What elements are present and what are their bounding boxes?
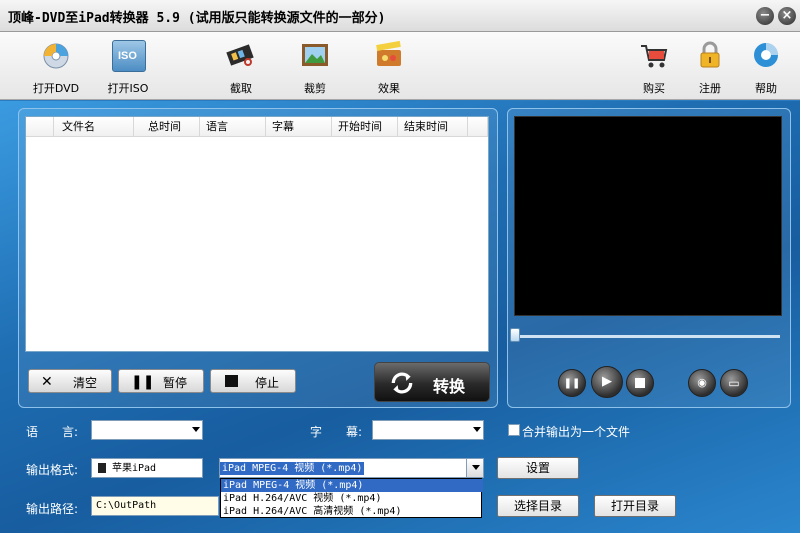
crop-button[interactable]: 裁剪 xyxy=(283,36,347,96)
chevron-down-icon xyxy=(192,427,200,432)
audio-select[interactable] xyxy=(91,420,203,440)
close-button[interactable]: × xyxy=(778,7,796,25)
clear-label: 清空 xyxy=(73,376,98,390)
play-icon: ▶ xyxy=(602,374,612,389)
seek-slider-thumb[interactable] xyxy=(510,328,520,342)
stop-icon xyxy=(225,375,238,387)
buy-label: 购买 xyxy=(643,82,665,95)
help-lifebuoy-icon xyxy=(754,43,778,67)
format-dropdown-list: iPad MPEG-4 视频 (*.mp4) iPad H.264/AVC 视频… xyxy=(220,478,483,518)
pause-button[interactable]: ❚❚ 暂停 xyxy=(118,369,204,393)
path-label: 输出路径: xyxy=(26,502,79,516)
settings-button[interactable]: 设置 xyxy=(497,457,579,479)
stop-playback-button[interactable] xyxy=(626,369,654,397)
help-label: 帮助 xyxy=(755,82,777,95)
merge-label: 合并输出为一个文件 xyxy=(522,425,631,439)
pause-icon: ❚❚ xyxy=(563,378,581,389)
device-select[interactable]: 苹果iPad xyxy=(91,458,203,478)
output-path-field[interactable]: C:\OutPath xyxy=(91,496,219,516)
chevron-down-icon xyxy=(473,427,481,432)
format-value: iPad MPEG-4 视频 (*.mp4) xyxy=(220,462,365,475)
register-label: 注册 xyxy=(699,82,721,95)
close-icon: × xyxy=(781,8,793,23)
register-button[interactable]: 注册 xyxy=(678,36,742,96)
play-button[interactable]: ▶ xyxy=(591,366,623,398)
format-option[interactable]: iPad H.264/AVC 视频 (*.mp4) xyxy=(221,492,483,505)
pause-icon: ❚❚ xyxy=(131,374,155,390)
chevron-down-icon xyxy=(472,465,480,470)
pause-playback-button[interactable]: ❚❚ xyxy=(558,369,586,397)
effect-clapper-icon xyxy=(376,40,401,66)
column-start-time[interactable]: 开始时间 xyxy=(332,117,398,137)
format-label: 输出格式: xyxy=(26,463,79,477)
column-subtitle[interactable]: 字幕 xyxy=(266,117,332,137)
capture-label: 截取 xyxy=(230,82,252,95)
open-dvd-button[interactable]: 打开DVD xyxy=(24,36,88,96)
column-language[interactable]: 语言 xyxy=(200,117,266,137)
stop-button[interactable]: 停止 xyxy=(210,369,296,393)
convert-button[interactable]: 转换 xyxy=(374,362,490,402)
open-directory-button[interactable]: 打开目录 xyxy=(594,495,676,517)
format-select[interactable]: iPad MPEG-4 视频 (*.mp4) xyxy=(219,458,484,478)
clear-button[interactable]: ✕ 清空 xyxy=(28,369,112,393)
seek-track[interactable] xyxy=(512,335,780,338)
shopping-cart-icon xyxy=(641,45,668,68)
title-bar: 顶峰-DVD至iPad转换器 5.9 (试用版只能转换源文件的一部分) − × xyxy=(0,0,800,32)
format-dropdown-button[interactable] xyxy=(466,459,483,477)
file-list[interactable]: 文件名 总时间 语言 字幕 开始时间 结束时间 xyxy=(25,116,489,352)
crop-label: 裁剪 xyxy=(304,82,326,95)
film-scissors-icon xyxy=(226,44,254,66)
stop-label: 停止 xyxy=(255,376,280,390)
subtitle-select[interactable] xyxy=(372,420,484,440)
window-title: 顶峰-DVD至iPad转换器 5.9 (试用版只能转换源文件的一部分) xyxy=(8,11,386,26)
open-dvd-label: 打开DVD xyxy=(32,82,80,95)
stop-icon xyxy=(635,377,645,388)
effect-button[interactable]: 效果 xyxy=(357,36,421,96)
format-option[interactable]: iPad MPEG-4 视频 (*.mp4) xyxy=(221,479,483,492)
help-button[interactable]: 帮助 xyxy=(734,36,798,96)
capture-button[interactable]: 截取 xyxy=(209,36,273,96)
device-icon xyxy=(98,463,106,473)
clear-x-icon: ✕ xyxy=(41,374,53,390)
subtitle-label: 字 幕: xyxy=(310,425,363,439)
column-filename[interactable]: 文件名 xyxy=(54,117,134,137)
crop-picture-icon xyxy=(302,44,328,66)
pause-label: 暂停 xyxy=(163,376,188,390)
video-preview xyxy=(514,116,782,316)
convert-label: 转换 xyxy=(433,377,466,396)
dvd-disc-icon xyxy=(43,43,69,69)
merge-checkbox[interactable] xyxy=(508,424,520,436)
open-iso-label: 打开ISO xyxy=(107,82,149,95)
toolbar: 打开DVD ISO 打开ISO 截取 裁剪 效果 购买 注册 帮助 xyxy=(0,32,800,100)
format-option[interactable]: iPad H.264/AVC 高清视频 (*.mp4) xyxy=(221,505,483,518)
effect-label: 效果 xyxy=(378,82,400,95)
folder-icon: ▭ xyxy=(728,376,740,390)
iso-badge: ISO xyxy=(118,50,137,62)
open-folder-button[interactable]: ▭ xyxy=(720,369,748,397)
column-check xyxy=(26,117,54,137)
snapshot-button[interactable]: ◉ xyxy=(688,369,716,397)
column-end-time[interactable]: 结束时间 xyxy=(398,117,468,137)
camera-icon: ◉ xyxy=(697,376,707,389)
open-iso-button[interactable]: ISO 打开ISO xyxy=(96,36,160,96)
lock-icon xyxy=(700,41,720,68)
iso-folder-icon: ISO xyxy=(112,40,146,72)
minimize-button[interactable]: − xyxy=(756,7,774,25)
audio-label: 语 言: xyxy=(26,425,79,439)
refresh-icon xyxy=(391,372,413,394)
choose-directory-button[interactable]: 选择目录 xyxy=(497,495,579,517)
column-duration[interactable]: 总时间 xyxy=(134,117,200,137)
device-value: 苹果iPad xyxy=(112,463,157,474)
buy-button[interactable]: 购买 xyxy=(622,36,686,96)
column-filler xyxy=(468,117,488,137)
minimize-icon: − xyxy=(759,8,771,23)
